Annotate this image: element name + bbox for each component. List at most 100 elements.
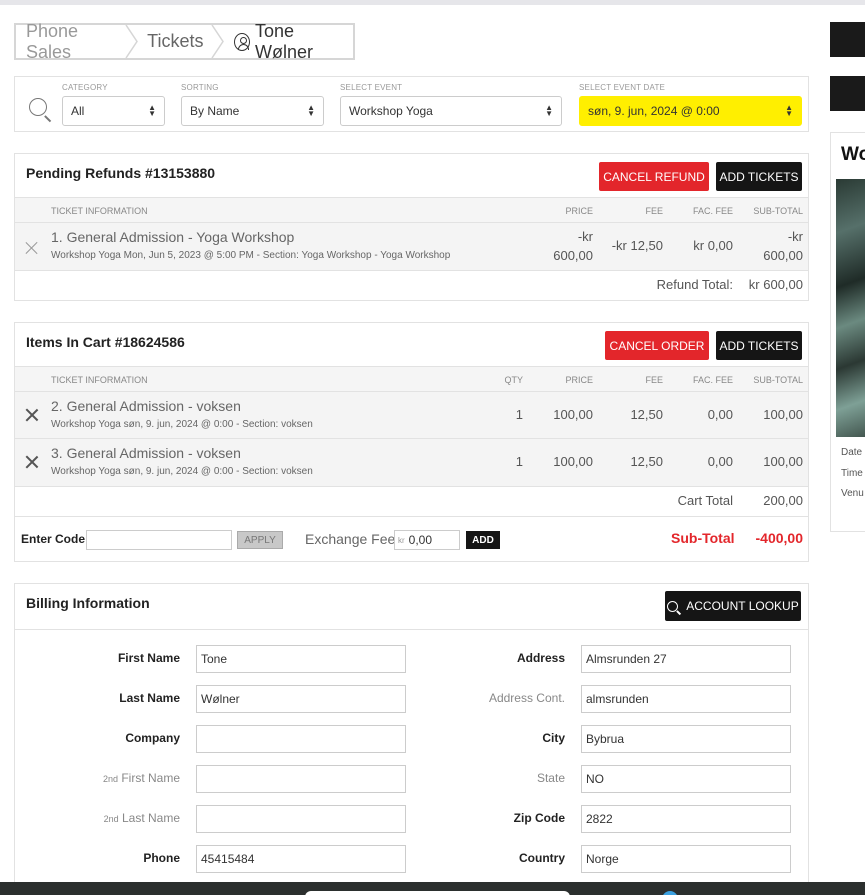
zip-code-label: Zip Code [513,811,565,825]
cart-panel: Items In Cart #18624586 CANCEL ORDER ADD… [14,322,809,562]
second-last-name-label: 2nd Last Name [104,811,180,825]
header-fee: FEE [645,375,663,385]
refund-add-tickets-button[interactable]: ADD TICKETS [716,162,802,191]
promo-code-input[interactable] [86,530,232,550]
ticket-price: 100,00 [553,407,593,422]
last-name-input[interactable]: Wølner [196,685,406,713]
event-date-select[interactable]: søn, 9. jun, 2024 @ 0:00 ▲ ▼ [579,96,802,126]
address-cont-label: Address Cont. [488,691,565,705]
refunds-table-header: TICKET INFORMATION PRICE FEE FAC. FEE SU… [15,197,808,223]
event-date-label: SELECT EVENT DATE [579,83,666,92]
side-button-1[interactable] [830,22,865,57]
phone-label: Phone [143,851,180,865]
company-input[interactable] [196,725,406,753]
account-lookup-label: ACCOUNT LOOKUP [686,599,799,613]
refunds-title: Pending Refunds #13153880 [26,165,216,181]
state-value: NO [586,772,604,786]
state-input[interactable]: NO [581,765,791,793]
address-cont-value: almsrunden [586,692,649,706]
zip-code-value: 2822 [586,812,613,826]
category-filter: CATEGORY All ▲ ▼ [62,83,165,126]
event-date-meta: Date [841,447,863,458]
sorting-select[interactable]: By Name ▲ ▼ [181,96,324,126]
ticket-qty: 1 [515,407,523,422]
breadcrumb-customer[interactable]: Tone Wølner [224,21,353,62]
header-price: PRICE [565,206,593,216]
header-ticket-info: TICKET INFORMATION [51,206,148,216]
sorting-label: SORTING [181,83,219,92]
event-select[interactable]: Workshop Yoga ▲ ▼ [340,96,562,126]
ticket-details: Workshop Yoga søn, 9. jun, 2024 @ 0:00 -… [51,419,313,430]
sorting-value: By Name [190,104,240,118]
second-first-name-text: First Name [121,771,180,785]
remove-icon[interactable] [25,408,39,422]
country-label: Country [519,851,565,865]
address-cont-input[interactable]: almsrunden [581,685,791,713]
phone-input[interactable]: 45415484 [196,845,406,873]
breadcrumb-tickets[interactable]: Tickets [137,25,211,58]
country-input[interactable]: Norge [581,845,791,873]
category-value: All [71,104,85,118]
cart-total-label: Cart Total [677,493,733,508]
apply-code-button[interactable]: APPLY [237,531,283,549]
refund-subtotal: -kr [787,229,803,244]
billing-panel: Billing Information ACCOUNT LOOKUP First… [14,583,809,893]
refund-fac-fee: kr 0,00 [693,238,733,253]
account-lookup-button[interactable]: ACCOUNT LOOKUP [665,591,801,621]
pending-refunds-panel: Pending Refunds #13153880 CANCEL REFUND … [14,153,809,301]
category-label: CATEGORY [62,83,108,92]
ticket-fac-fee: 0,00 [707,407,733,422]
header-subtotal: SUB-TOTAL [753,375,803,385]
first-name-input[interactable]: Tone [196,645,406,673]
cancel-refund-button[interactable]: CANCEL REFUND [599,162,709,191]
ticket-name: 1. General Admission - Yoga Workshop [51,229,295,245]
city-input[interactable]: Bybrua [581,725,791,753]
exchange-fee-input[interactable]: kr 0,00 [394,530,460,550]
subtotal-value: -400,00 [755,530,803,546]
chevron-right-icon [211,25,225,58]
zip-code-input[interactable]: 2822 [581,805,791,833]
breadcrumb-phone-sales[interactable]: Phone Sales [16,21,125,62]
category-select[interactable]: All ▲ ▼ [62,96,165,126]
event-date-value: søn, 9. jun, 2024 @ 0:00 [588,104,720,118]
ticket-name: 2. General Admission - voksen [51,398,241,414]
select-arrows-icon: ▲ ▼ [545,103,553,118]
event-time-meta: Time [841,468,863,479]
ticket-name: 3. General Admission - voksen [51,445,241,461]
billing-title: Billing Information [26,595,150,611]
ticket-subtotal: 100,00 [763,407,803,422]
ticket-qty: 1 [515,454,523,469]
city-value: Bybrua [586,732,625,746]
chevron-right-icon [125,25,138,58]
ticket-details: Workshop Yoga Mon, Jun 5, 2023 @ 5:00 PM… [51,250,451,261]
filter-bar: CATEGORY All ▲ ▼ SORTING By Name ▲ ▼ SELEC… [14,76,809,132]
remove-icon[interactable] [25,241,39,255]
ticket-fee: 12,50 [630,407,663,422]
second-first-name-input[interactable] [196,765,406,793]
side-button-2[interactable] [830,76,865,111]
sorting-filter: SORTING By Name ▲ ▼ [181,83,324,126]
search-icon[interactable] [29,98,47,116]
state-label: State [536,771,565,785]
cart-add-tickets-button[interactable]: ADD TICKETS [716,331,802,360]
refund-price: -kr [577,229,593,244]
ticket-details: Workshop Yoga søn, 9. jun, 2024 @ 0:00 -… [51,466,313,477]
table-row: 2. General Admission - voksen Workshop Y… [15,392,808,439]
address-label: Address [516,651,565,665]
taskbar-app-icon[interactable] [662,891,678,895]
refund-price-amount: 600,00 [553,248,593,263]
top-strip [0,0,865,5]
header-fac-fee: FAC. FEE [692,375,733,385]
cancel-order-button[interactable]: CANCEL ORDER [605,331,709,360]
taskbar-search[interactable] [305,891,570,895]
refund-total-label: Refund Total: [656,277,733,292]
second-last-name-input[interactable] [196,805,406,833]
add-exchange-fee-button[interactable]: ADD [466,531,500,549]
address-input[interactable]: Almsrunden 27 [581,645,791,673]
event-image [836,179,865,437]
refund-total-value: kr 600,00 [748,277,803,292]
ticket-fac-fee: 0,00 [707,454,733,469]
refund-subtotal-amount: 600,00 [763,248,803,263]
header-price: PRICE [565,375,593,385]
remove-icon[interactable] [25,455,39,469]
